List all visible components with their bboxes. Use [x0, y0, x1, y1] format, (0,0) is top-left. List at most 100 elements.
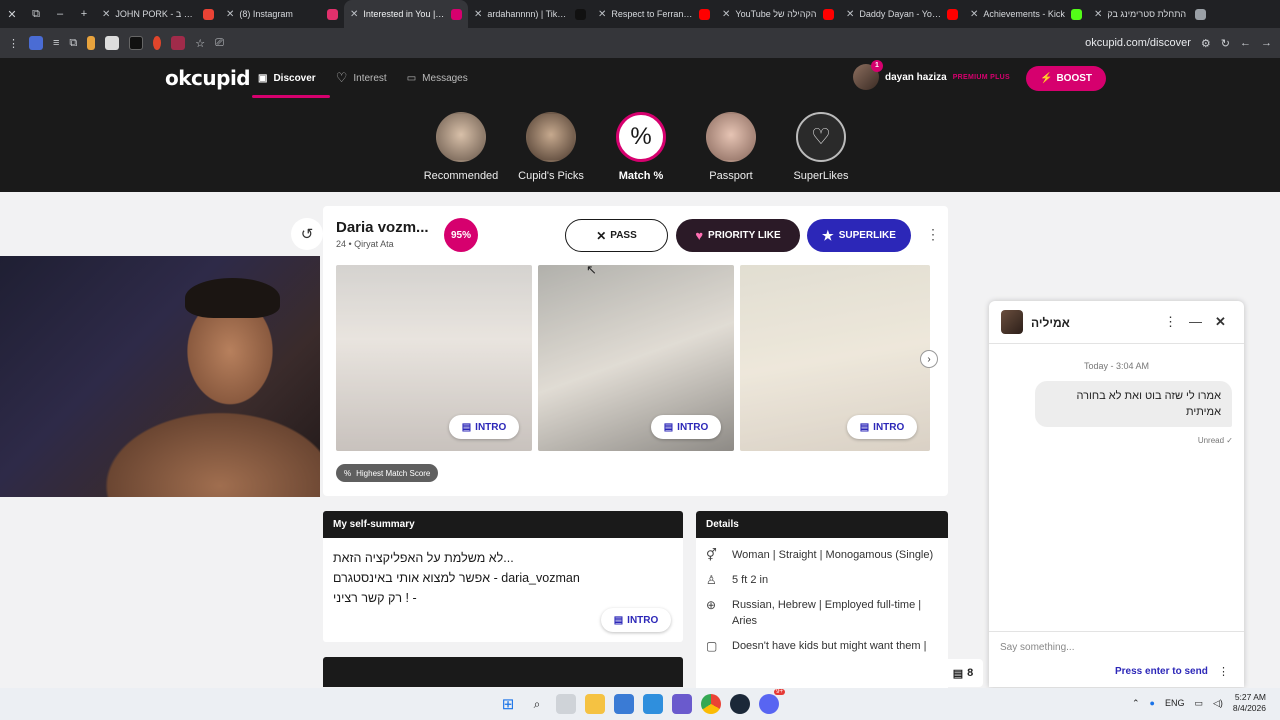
- browser-tab[interactable]: ✕ JOHN PORK - ישוע ב: [96, 0, 220, 28]
- chevron-up-icon[interactable]: ⌃: [1132, 698, 1140, 709]
- back-icon[interactable]: ←: [1240, 37, 1251, 49]
- new-tab-icon[interactable]: +: [72, 0, 96, 28]
- browser-tab[interactable]: ✕ Respect to Ferran Tor: [592, 0, 716, 28]
- tab-search-icon[interactable]: ⧉: [24, 0, 48, 28]
- nav-discover[interactable]: ▣ Discover: [258, 68, 316, 88]
- profile-name[interactable]: Daria vozm...: [336, 219, 429, 236]
- next-photo-button[interactable]: ›: [920, 350, 938, 368]
- browser-tab[interactable]: ✕ Daddy Dayan - YouTu: [840, 0, 964, 28]
- pass-button[interactable]: ✕ PASS: [565, 219, 668, 252]
- extension-icon[interactable]: [105, 36, 120, 50]
- okcupid-logo[interactable]: okcupid: [165, 66, 251, 90]
- browser-tab[interactable]: ✕ YouTube הקהילה של: [716, 0, 840, 28]
- extension-icon[interactable]: [87, 36, 96, 50]
- intro-button[interactable]: ▤ INTRO: [449, 415, 519, 439]
- search-icon[interactable]: ⌕: [527, 694, 547, 714]
- chat-contact-name[interactable]: אמיליה: [1031, 316, 1070, 330]
- close-tab-icon[interactable]: ✕: [1094, 9, 1102, 20]
- messages-count-button[interactable]: ▤ 8: [943, 659, 983, 687]
- app-icon[interactable]: [672, 694, 692, 714]
- close-icon[interactable]: ✕: [1215, 314, 1226, 330]
- detail-text: 5 ft 2 in: [732, 574, 769, 586]
- nav-interest[interactable]: ♡ Interest: [336, 68, 387, 88]
- close-tab-icon[interactable]: ✕: [350, 9, 358, 20]
- language-indicator[interactable]: ENG: [1165, 698, 1185, 708]
- category-recommended[interactable]: Recommended: [420, 112, 502, 182]
- close-tab-icon[interactable]: ✕: [970, 9, 978, 20]
- category-thumbnail: [526, 112, 576, 162]
- avatar[interactable]: [1001, 310, 1023, 334]
- superlike-button[interactable]: ★ SUPERLIKE: [807, 219, 911, 252]
- network-icon[interactable]: ▭: [1194, 698, 1203, 709]
- send-hint[interactable]: Press enter to send: [1115, 666, 1208, 677]
- time: 5:27 AM: [1234, 692, 1266, 702]
- close-tab-icon[interactable]: ✕: [102, 9, 110, 20]
- close-tab-icon[interactable]: ✕: [474, 9, 482, 20]
- photos-icon[interactable]: [643, 694, 663, 714]
- intro-button[interactable]: ▤ INTRO: [651, 415, 721, 439]
- address-bar[interactable]: okcupid.com/discover: [1085, 37, 1191, 49]
- category-cupids-picks[interactable]: Cupid's Picks: [510, 112, 592, 182]
- detail-text: Woman | Straight | Monogamous (Single): [732, 549, 934, 561]
- forward-icon[interactable]: →: [1261, 37, 1272, 49]
- file-explorer-icon[interactable]: [585, 694, 605, 714]
- close-window-icon[interactable]: ✕: [0, 0, 24, 28]
- reader-icon[interactable]: ≡: [53, 37, 59, 49]
- close-tab-icon[interactable]: ✕: [598, 9, 606, 20]
- intro-button[interactable]: ▤ INTRO: [847, 415, 917, 439]
- screenshot-icon[interactable]: ⧉: [69, 37, 77, 50]
- avatar[interactable]: 1: [853, 60, 883, 90]
- windows-start-icon[interactable]: ⊞: [498, 694, 518, 714]
- cast-icon[interactable]: ⎚: [215, 37, 224, 50]
- browser-tab[interactable]: ✕ (8) Instagram: [220, 0, 344, 28]
- close-tab-icon[interactable]: ✕: [226, 9, 234, 20]
- category-match-percent[interactable]: % Match %: [600, 112, 682, 182]
- volume-icon[interactable]: ◁): [1213, 698, 1223, 709]
- nav-label: Messages: [422, 72, 468, 84]
- section-title: Details: [696, 511, 948, 538]
- browser-tab[interactable]: ✕ Interested in You | Ol: [344, 0, 468, 28]
- more-options-icon[interactable]: ⋮: [1164, 314, 1177, 330]
- steam-icon[interactable]: [730, 694, 750, 714]
- profile-photo[interactable]: ▤ INTRO: [538, 265, 734, 451]
- extension-icon[interactable]: [153, 36, 162, 50]
- browser-tab[interactable]: ✕ התחלת סטרימינג בק: [1088, 0, 1212, 28]
- profile-photo[interactable]: ▤ INTRO: [336, 265, 532, 451]
- more-options-icon[interactable]: ⋮: [926, 226, 940, 243]
- priority-like-button[interactable]: ♥ PRIORITY LIKE: [676, 219, 800, 252]
- menu-icon[interactable]: ⋮: [8, 37, 19, 50]
- intro-button[interactable]: ▤ INTRO: [601, 608, 671, 632]
- browser-tab[interactable]: ✕ ardahannnn) | TikTok: [468, 0, 592, 28]
- send-options-icon[interactable]: ⋮: [1218, 665, 1229, 678]
- store-icon[interactable]: [614, 694, 634, 714]
- chat-window: אמיליה ⋮ — ✕ Today - 3:04 AM אמרו לי שזה…: [989, 301, 1244, 687]
- boost-button[interactable]: ⚡ BOOST: [1026, 66, 1106, 91]
- clock[interactable]: 5:27 AM 8/4/2026: [1233, 692, 1266, 714]
- chat-message: אמרו לי שזה בוט ואת לא בחורה אמיתית: [1035, 381, 1232, 427]
- category-superlikes[interactable]: ♡ SuperLikes: [780, 112, 862, 182]
- close-tab-icon[interactable]: ✕: [846, 9, 854, 20]
- close-tab-icon[interactable]: ✕: [722, 9, 730, 20]
- self-summary-section: My self-summary לא משלמת על האפליקציה הז…: [323, 511, 683, 642]
- discord-icon[interactable]: 9+: [759, 689, 785, 714]
- reload-icon[interactable]: ↻: [1221, 37, 1230, 50]
- nav-messages[interactable]: ▭ Messages: [407, 68, 468, 88]
- message-input[interactable]: Say something...: [989, 631, 1244, 663]
- chrome-icon[interactable]: [701, 694, 721, 714]
- category-passport[interactable]: Passport: [690, 112, 772, 182]
- browser-toolbar: ⋮ ≡ ⧉ ☆ ⎚ okcupid.com/discover ⚙ ↻ ← →: [0, 28, 1280, 58]
- browser-tab[interactable]: ✕ Achievements - Kick: [964, 0, 1088, 28]
- bookmark-star-icon[interactable]: ☆: [195, 37, 205, 50]
- undo-button[interactable]: ↺: [291, 218, 323, 250]
- microphone-icon[interactable]: ●: [1150, 698, 1155, 708]
- profile-card: Daria vozm... 24 • Qiryat Ata 95% ✕ PASS…: [323, 206, 948, 496]
- extension-icon[interactable]: [171, 36, 186, 50]
- extension-icon[interactable]: [129, 36, 144, 50]
- extension-icon[interactable]: [29, 36, 43, 50]
- minimize-icon[interactable]: –: [48, 0, 72, 28]
- minimize-icon[interactable]: —: [1189, 314, 1202, 329]
- profile-photo[interactable]: ▤ INTRO: [740, 265, 930, 451]
- user-menu[interactable]: 1 dayan haziza PREMIUM PLUS: [853, 60, 1010, 90]
- task-view-icon[interactable]: [556, 694, 576, 714]
- site-settings-icon[interactable]: ⚙: [1201, 37, 1211, 50]
